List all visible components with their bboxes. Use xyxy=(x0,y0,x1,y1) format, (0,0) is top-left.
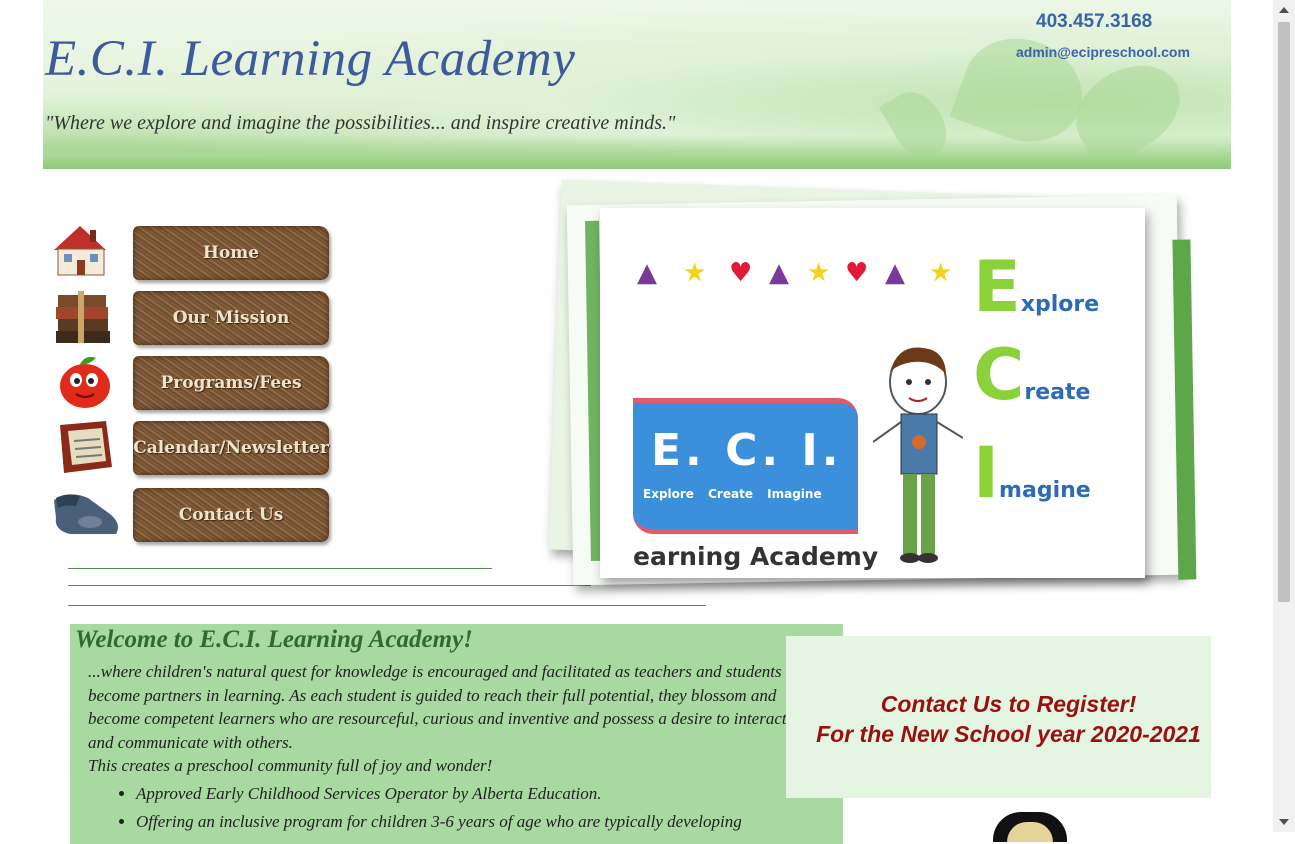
header-banner: E.C.I. Learning Academy "Where we explor… xyxy=(43,0,1231,169)
site-tagline: "Where we explore and imagine the possib… xyxy=(45,112,676,134)
register-callout: Contact Us to Register! For the New Scho… xyxy=(786,636,1211,798)
email-link[interactable]: admin@ecipreschool.com xyxy=(1016,44,1190,60)
create-rest: reate xyxy=(1024,380,1091,405)
register-line-2: For the New School year 2020-2021 xyxy=(816,721,1201,747)
photo-green-edge xyxy=(1172,239,1197,580)
nav-label: Contact Us xyxy=(178,505,284,525)
apple-icon xyxy=(60,356,110,408)
star-shape: ★ xyxy=(807,258,831,288)
child-drawing xyxy=(873,347,963,563)
eci-flag-subtext: Explore Create Imagine xyxy=(643,487,822,501)
heart-shape: ♥ xyxy=(729,258,753,288)
explore-word: Explore xyxy=(973,246,1099,328)
photo-card-front: ▲ ★ ♥ ▲ ★ ♥ ▲ ★ E. C. I. Explore Create … xyxy=(600,208,1145,578)
explore-letter: E xyxy=(973,246,1021,328)
nav-item-home[interactable]: Home xyxy=(50,222,350,282)
feature-list: Approved Early Childhood Services Operat… xyxy=(110,780,788,836)
create-word: Create xyxy=(973,334,1090,416)
welcome-paragraph: ...where children's natural quest for kn… xyxy=(88,662,787,752)
eci-artwork: ▲ ★ ♥ ▲ ★ ♥ ▲ ★ E. C. I. Explore Create … xyxy=(633,246,1126,572)
nav-label: Our Mission xyxy=(172,308,290,328)
list-item: Offering an inclusive program for childr… xyxy=(136,808,788,836)
scrollbar-thumb[interactable] xyxy=(1278,22,1290,602)
grass-decoration xyxy=(43,135,1231,169)
welcome-heading: Welcome to E.C.I. Learning Academy! xyxy=(75,626,473,653)
nav-label: Calendar/Newsletter xyxy=(133,438,329,458)
nav-button-calendar-newsletter[interactable]: Calendar/Newsletter xyxy=(133,421,329,475)
triangle-shape: ▲ xyxy=(637,258,657,288)
welcome-body: ...where children's natural quest for kn… xyxy=(88,660,788,836)
site-title: E.C.I. Learning Academy xyxy=(45,31,576,87)
nav-item-calendar-newsletter[interactable]: Calendar/Newsletter xyxy=(50,417,350,477)
nav-item-contact-us[interactable]: Contact Us xyxy=(50,484,350,544)
cartoon-figure-image xyxy=(993,812,1067,842)
triangle-shape: ▲ xyxy=(885,258,905,288)
telephone-icon xyxy=(54,494,118,534)
phone-number: 403.457.3168 xyxy=(1036,11,1153,32)
explore-rest: xplore xyxy=(1020,292,1100,317)
divider-line xyxy=(68,585,591,586)
star-shape: ★ xyxy=(683,258,707,288)
nav-button-programs-fees[interactable]: Programs/Fees xyxy=(133,356,329,410)
vertical-scrollbar[interactable] xyxy=(1273,0,1295,832)
hero-photo-collage: ▲ ★ ♥ ▲ ★ ♥ ▲ ★ E. C. I. Explore Create … xyxy=(540,179,1200,620)
eci-flag-text: E. C. I. xyxy=(651,425,843,476)
register-line-1: Contact Us to Register! xyxy=(880,691,1137,717)
learning-academy-text: earning Academy xyxy=(633,542,879,571)
nav-label: Programs/Fees xyxy=(160,373,302,393)
create-letter: C xyxy=(973,334,1025,416)
nav-button-contact-us[interactable]: Contact Us xyxy=(133,488,329,542)
imagine-rest: magine xyxy=(999,478,1091,503)
eci-flag: E. C. I. Explore Create Imagine xyxy=(633,398,858,534)
divider-line xyxy=(68,568,492,569)
list-item: Approved Early Childhood Services Operat… xyxy=(136,780,788,808)
nav-button-our-mission[interactable]: Our Mission xyxy=(133,291,329,345)
nav-label: Home xyxy=(202,243,260,263)
nav-item-programs-fees[interactable]: Programs/Fees xyxy=(50,352,350,412)
house-icon xyxy=(54,226,106,276)
calendar-icon xyxy=(60,421,112,473)
heart-shape: ♥ xyxy=(845,258,869,288)
welcome-paragraph-2: This creates a preschool community full … xyxy=(88,756,493,775)
scroll-down-arrow-icon[interactable] xyxy=(1279,819,1289,825)
imagine-letter: I xyxy=(973,432,1000,514)
imagine-word: Imagine xyxy=(973,432,1091,514)
welcome-section: Welcome to E.C.I. Learning Academy! ...w… xyxy=(70,624,843,844)
books-icon xyxy=(56,291,110,343)
nav-item-our-mission[interactable]: Our Mission xyxy=(50,287,350,347)
triangle-shape: ▲ xyxy=(769,258,789,288)
scroll-up-arrow-icon[interactable] xyxy=(1279,7,1289,13)
star-shape: ★ xyxy=(929,258,953,288)
nav-button-home[interactable]: Home xyxy=(133,226,329,280)
